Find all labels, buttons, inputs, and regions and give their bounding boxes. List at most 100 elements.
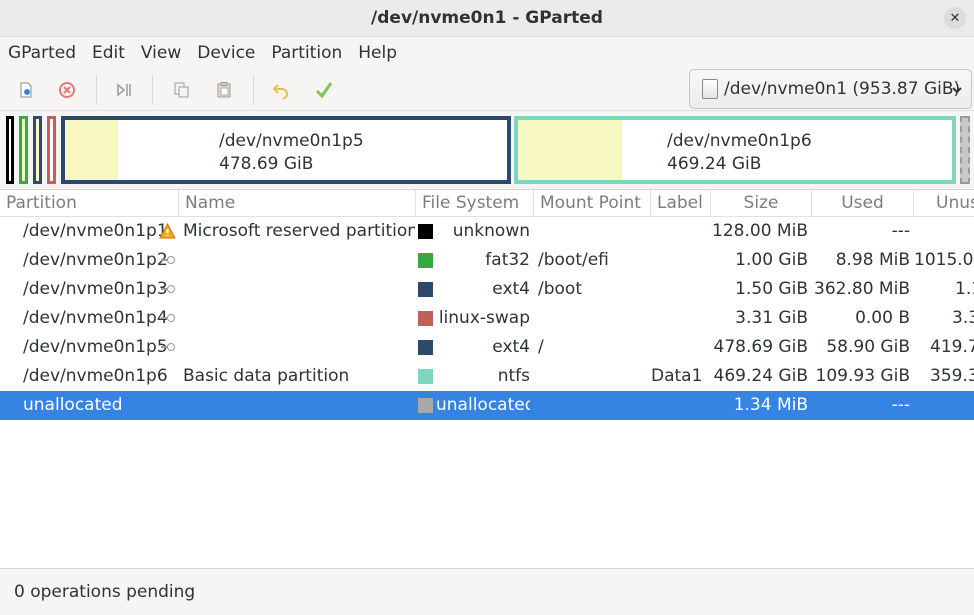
undo-button[interactable] [268,77,294,103]
cell-used: 58.90 GiB [826,337,910,357]
paste-icon [217,82,231,98]
cell-partition: /dev/nvme0n1p3 [23,279,168,299]
cell-label [651,246,701,275]
disk-map-p2[interactable] [19,116,28,184]
device-selector-value: /dev/nvme0n1 (953.87 GiB) [724,79,961,99]
cell-size: 1.00 GiB [735,250,808,270]
menu-gparted[interactable]: GParted [0,43,84,63]
col-name[interactable]: Name [179,190,416,217]
delete-icon [59,82,75,98]
cell-mount-point [538,304,651,333]
cell-name [183,333,415,362]
table-row[interactable]: /dev/nvme0n1p6 Basic data partition ntfs Da… [0,362,974,391]
disk-map-p1[interactable] [6,116,14,184]
cell-size: 478.69 GiB [713,337,808,357]
disk-map-p6-used [518,120,622,180]
cell-mount-point [538,217,651,246]
key-icon [161,314,175,322]
close-button[interactable]: ✕ [944,7,966,29]
disk-map-p5-used [65,120,118,180]
col-mount-point[interactable]: Mount Point [534,190,651,217]
warning-icon [159,223,176,239]
cell-mount-point: /boot [538,279,582,299]
cell-partition: /dev/nvme0n1p5 [23,337,168,357]
cell-file-system: unknown [452,221,530,241]
cell-partition: /dev/nvme0n1p6 [23,366,168,386]
status-bar: 0 operations pending [0,569,974,612]
cell-name: Microsoft reserved partition [183,221,415,241]
key-icon [161,285,175,293]
menu-help[interactable]: Help [350,43,405,63]
cell-used: 362.80 MiB [814,279,910,299]
cell-used: --- [891,221,910,241]
paste-button[interactable] [211,77,237,103]
cell-partition: unallocated [23,395,123,415]
table-row[interactable]: /dev/nvme0n1p3 ext4/boot 1.50 GiB 362.80 Mi… [0,275,974,304]
new-partition-icon [20,82,32,98]
col-used[interactable]: Used [812,190,914,217]
col-size[interactable]: Size [711,190,812,217]
table-row[interactable]: /dev/nvme0n1p5 ext4 / 478.69 GiB 58.90 GiB 41… [0,333,974,362]
fs-color-swatch [418,282,433,297]
disk-map-unallocated[interactable] [960,116,970,184]
cell-name [183,304,415,333]
col-partition[interactable]: Partition [0,190,179,217]
cell-mount-point [538,362,651,391]
menu-partition[interactable]: Partition [263,43,350,63]
cell-used: --- [891,395,910,415]
new-partition-button[interactable] [13,77,39,103]
cell-label [651,275,701,304]
col-unused[interactable]: Unused [914,190,974,217]
cell-file-system: ext4 [492,279,530,299]
cell-unused [914,217,974,246]
col-label[interactable]: Label [651,190,711,217]
fs-color-swatch [418,224,433,239]
menu-bar: GParted Edit View Device Partition Help [0,37,974,69]
disk-map-p5[interactable]: /dev/nvme0n1p5 478.69 GiB [61,116,511,184]
fs-color-swatch [418,253,433,268]
table-row[interactable]: /dev/nvme0n1p2 fat32/boot/efi 1.00 GiB 8.98… [0,246,974,275]
cell-size: 3.31 GiB [735,308,808,328]
table-row[interactable]: /dev/nvme0n1p1 Microsoft reserved partiti… [0,217,974,246]
disk-map-p5-size: 478.69 GiB [219,154,314,174]
resize-move-button[interactable] [111,77,137,103]
delete-partition-button[interactable] [54,77,80,103]
close-icon: ✕ [949,10,961,26]
cell-partition: /dev/nvme0n1p1 [23,221,168,241]
fs-color-swatch [418,398,433,413]
cell-mount-point [538,391,651,420]
disk-map-p6-name: /dev/nvme0n1p6 [667,131,812,151]
cell-file-system: ntfs [497,366,530,386]
cell-label: Data1 [651,366,701,386]
menu-edit[interactable]: Edit [84,43,133,63]
resize-move-icon [117,83,131,97]
copy-button[interactable] [168,77,194,103]
cell-file-system: ext4 [492,337,530,357]
cell-file-system: fat32 [485,250,530,270]
window-title: /dev/nvme0n1 - GParted [371,8,603,28]
menu-device[interactable]: Device [189,43,263,63]
table-row[interactable]: unallocated unallocated 1.34 MiB --- [0,391,974,420]
cell-mount-point: /boot/efi [538,250,609,270]
cell-used: 8.98 MiB [835,250,910,270]
status-text: 0 operations pending [14,582,196,602]
disk-map-p4[interactable] [47,116,56,184]
cell-label [651,391,701,420]
cell-name [183,391,415,420]
col-file-system[interactable]: File System [416,190,534,217]
cell-name: Basic data partition [183,366,350,386]
fs-color-swatch [418,311,433,326]
cell-unused: 3.3 [952,308,974,328]
copy-icon [174,82,189,98]
disk-map-p3[interactable] [33,116,42,184]
menu-view[interactable]: View [133,43,189,63]
apply-button[interactable] [311,77,337,103]
cell-partition: /dev/nvme0n1p2 [23,250,168,270]
partition-table: Partition Name File System Mount Point L… [0,189,974,569]
cell-name [183,246,415,275]
table-row[interactable]: /dev/nvme0n1p4 linux-swap 3.31 GiB 0.00 B 3.… [0,304,974,333]
disk-map-p6[interactable]: /dev/nvme0n1p6 469.24 GiB [514,116,956,184]
device-selector[interactable]: /dev/nvme0n1 (953.87 GiB) [689,69,972,109]
cell-size: 128.00 MiB [712,221,808,241]
disk-map: /dev/nvme0n1p5 478.69 GiB /dev/nvme0n1p6… [0,111,974,189]
